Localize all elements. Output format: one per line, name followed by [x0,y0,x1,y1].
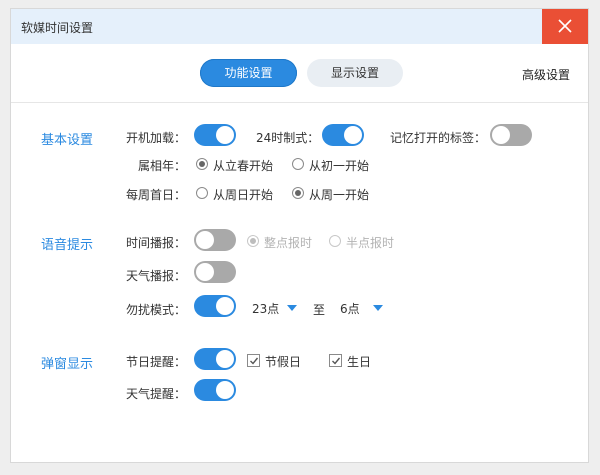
holiday-opt2-label: 生日 [347,355,372,369]
section-title-popup: 弹窗显示 [41,357,94,372]
dnd-to-label: 至 [313,303,326,317]
dnd-end-dropdown[interactable]: 6点 [340,299,390,317]
dnd-label: 勿扰模式： [126,303,187,317]
time-opt1-label: 整点报时 [264,236,313,250]
holiday-remind-label: 节日提醒： [126,355,187,369]
dnd-start-value: 23点 [252,302,280,316]
check-icon [332,357,341,365]
tab-function-settings[interactable]: 功能设置 [200,59,297,87]
startup-label: 开机加载： [126,131,187,145]
chevron-down-icon [373,305,383,311]
zodiac-opt1-label: 从立春开始 [213,159,274,173]
dnd-end-value: 6点 [340,302,360,316]
week-radio-monday[interactable] [292,187,304,199]
dnd-toggle[interactable] [194,295,236,317]
holiday-checkbox[interactable] [247,354,260,367]
time-radio-hourly[interactable] [247,235,259,247]
close-icon [558,19,572,33]
section-title-voice: 语音提示 [41,238,94,253]
startup-toggle[interactable] [194,124,236,146]
birthday-checkbox[interactable] [329,354,342,367]
weather-announce-toggle[interactable] [194,261,236,283]
section-title-basic: 基本设置 [41,133,94,148]
weather-remind-label: 天气提醒： [126,387,187,401]
h24-label: 24时制式： [256,131,320,145]
zodiac-label: 属相年： [138,159,187,173]
week-opt2-label: 从周一开始 [309,188,370,202]
close-button[interactable] [542,9,588,44]
weather-announce-label: 天气播报： [126,269,187,283]
week-opt1-label: 从周日开始 [213,188,274,202]
check-icon [250,357,259,365]
zodiac-opt2-label: 从初一开始 [309,159,370,173]
holiday-remind-toggle[interactable] [194,348,236,370]
h24-toggle[interactable] [322,124,364,146]
window-title: 软媒时间设置 [21,21,94,35]
zodiac-radio-chuyi[interactable] [292,158,304,170]
time-announce-toggle[interactable] [194,229,236,251]
time-opt2-label: 半点报时 [346,236,395,250]
chevron-down-icon [287,305,297,311]
remember-tabs-toggle[interactable] [490,124,532,146]
dnd-start-dropdown[interactable]: 23点 [252,299,302,317]
time-announce-label: 时间播报： [126,236,187,250]
tab-bar: 功能设置 显示设置 高级设置 [11,44,588,103]
title-bar: 软媒时间设置 [11,9,588,44]
week-radio-sunday[interactable] [196,187,208,199]
tab-advanced-settings[interactable]: 高级设置 [522,66,570,83]
week-label: 每周首日： [126,188,187,202]
weather-remind-toggle[interactable] [194,379,236,401]
tab-display-settings[interactable]: 显示设置 [307,59,403,87]
zodiac-radio-lichun[interactable] [196,158,208,170]
settings-window: 软媒时间设置 功能设置 显示设置 高级设置 基本设置 开机加载： 24时制式： … [10,8,589,463]
holiday-opt1-label: 节假日 [265,355,302,369]
time-radio-halfhour[interactable] [329,235,341,247]
remember-tabs-label: 记忆打开的标签： [390,131,487,145]
